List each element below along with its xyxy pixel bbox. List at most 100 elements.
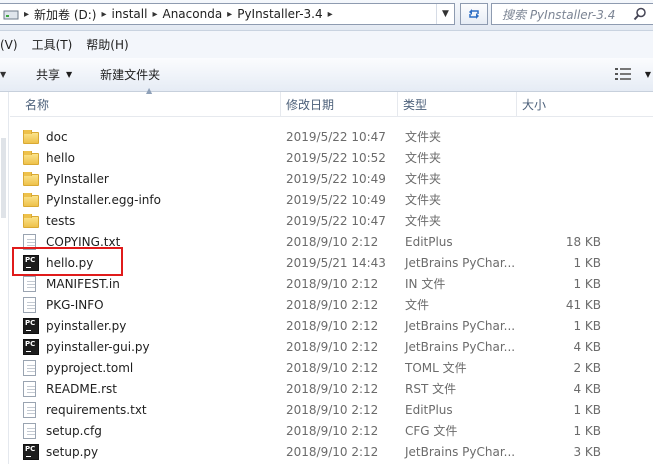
file-row[interactable]: pyinstaller-gui.py 2018/9/10 2:12 JetBrain… (10, 336, 653, 357)
file-size: 1 KB (573, 423, 601, 438)
menu-bar: (V) 工具(T) 帮助(H) (0, 31, 653, 59)
address-bar[interactable]: ▸ 新加卷 (D:) ▸ install ▸ Anaconda ▸ PyInst… (0, 3, 455, 25)
chevron-down-icon[interactable]: ▼ (645, 70, 651, 79)
file-date: 2019/5/22 10:47 (286, 213, 386, 228)
column-header-size[interactable]: 大小 (517, 92, 597, 116)
file-row[interactable]: requirements.txt 2018/9/10 2:12 EditPlus 1 … (10, 399, 653, 420)
menu-help[interactable]: 帮助(H) (86, 36, 128, 53)
file-row[interactable]: tests 2019/5/22 10:47 文件夹 (10, 210, 653, 231)
menu-view[interactable]: (V) (0, 38, 18, 52)
file-date: 2018/9/10 2:12 (286, 234, 379, 249)
file-type: IN 文件 (405, 277, 446, 291)
pycharm-file-icon (23, 443, 39, 460)
file-row[interactable]: pyinstaller.py 2018/9/10 2:12 JetBrains Py… (10, 315, 653, 336)
file-icon (23, 275, 36, 292)
file-name-cell[interactable]: requirements.txt (10, 401, 276, 418)
file-name-cell[interactable]: MANIFEST.in (10, 275, 276, 292)
file-name-cell[interactable]: PKG-INFO (10, 296, 276, 313)
file-date: 2018/9/10 2:12 (286, 402, 379, 417)
file-type: 文件 (405, 298, 430, 312)
file-date: 2018/9/10 2:12 (286, 339, 379, 354)
breadcrumb-separator-icon[interactable]: ▸ (227, 9, 232, 20)
menu-tools[interactable]: 工具(T) (32, 36, 73, 53)
folder-icon (23, 192, 39, 207)
toolbar-overflow[interactable]: ▼ (0, 58, 8, 91)
breadcrumb-separator-icon[interactable]: ▸ (102, 9, 107, 20)
file-type: JetBrains PyChar... (405, 255, 516, 270)
share-label: 共享 (36, 68, 61, 82)
file-size: 41 KB (565, 297, 601, 312)
file-name: setup.cfg (46, 423, 102, 438)
file-name-cell[interactable]: pyproject.toml (10, 359, 276, 376)
search-icon[interactable] (633, 7, 647, 21)
file-date: 2018/9/10 2:12 (286, 360, 379, 375)
breadcrumb-pyinstaller[interactable]: PyInstaller-3.4 (237, 7, 322, 21)
column-header-name[interactable]: 名称 (10, 92, 281, 116)
file-size: 18 KB (565, 234, 601, 249)
file-row[interactable]: PyInstaller 2019/5/22 10:49 文件夹 (10, 168, 653, 189)
breadcrumb-anaconda[interactable]: Anaconda (162, 7, 222, 21)
file-name: setup.py (46, 444, 99, 459)
text-file-icon (23, 401, 36, 418)
file-type: 文件夹 (405, 151, 442, 165)
file-name-cell[interactable]: tests (10, 213, 276, 228)
file-icon (23, 296, 36, 313)
breadcrumb: ▸ 新加卷 (D:) ▸ install ▸ Anaconda ▸ PyInst… (19, 6, 338, 23)
breadcrumb-install[interactable]: install (112, 7, 148, 21)
breadcrumb-separator-icon: ▸ (24, 8, 30, 20)
file-name: tests (46, 213, 76, 228)
new-folder-button[interactable]: 新建文件夹 (100, 66, 160, 83)
chevron-down-icon: ▼ (66, 70, 73, 79)
column-header-date[interactable]: 修改日期 (281, 92, 398, 116)
file-name-cell[interactable]: PyInstaller (10, 171, 276, 186)
file-row[interactable]: PyInstaller.egg-info 2019/5/22 10:49 文件夹 (10, 189, 653, 210)
folder-icon (23, 129, 39, 144)
file-row[interactable]: PKG-INFO 2018/9/10 2:12 文件 41 KB (10, 294, 653, 315)
address-history-dropdown[interactable]: ▼ (436, 4, 454, 24)
file-row[interactable]: pyproject.toml 2018/9/10 2:12 TOML 文件 2 KB (10, 357, 653, 378)
file-row[interactable]: hello 2019/5/22 10:52 文件夹 (10, 147, 653, 168)
file-size: 3 KB (573, 444, 601, 459)
nav-pane-scrollbar[interactable] (1, 138, 6, 218)
file-row[interactable]: README.rst 2018/9/10 2:12 RST 文件 4 KB (10, 378, 653, 399)
file-date: 2018/9/10 2:12 (286, 444, 379, 459)
refresh-button[interactable] (460, 3, 488, 25)
file-name-cell[interactable]: README.rst (10, 380, 276, 397)
file-row[interactable]: setup.py 2018/9/10 2:12 JetBrains PyChar..… (10, 441, 653, 462)
file-date: 2018/9/10 2:12 (286, 276, 379, 291)
column-size-label: 大小 (522, 97, 547, 112)
folder-icon (23, 171, 39, 186)
file-size: 1 KB (573, 318, 601, 333)
file-name: pyinstaller.py (46, 318, 127, 333)
breadcrumb-drive[interactable]: 新加卷 (D:) (34, 6, 96, 23)
file-size: 1 KB (573, 276, 601, 291)
file-name-cell[interactable]: pyinstaller.py (10, 317, 276, 334)
drive-icon (3, 10, 19, 19)
breadcrumb-separator-icon[interactable]: ▸ (328, 9, 333, 20)
file-name-cell[interactable]: hello (10, 150, 276, 165)
file-name-cell[interactable]: pyinstaller-gui.py (10, 338, 276, 355)
file-name: PyInstaller.egg-info (46, 192, 161, 207)
nav-pane-edge (0, 92, 9, 464)
file-date: 2019/5/21 14:43 (286, 255, 386, 270)
file-name: PKG-INFO (46, 297, 104, 312)
file-date: 2018/9/10 2:12 (286, 381, 379, 396)
search-input[interactable]: 搜索 PyInstaller-3.4 (491, 3, 653, 25)
file-name-cell[interactable]: PyInstaller.egg-info (10, 192, 276, 207)
file-type: RST 文件 (405, 382, 457, 396)
share-button[interactable]: 共享 ▼ (36, 66, 72, 83)
file-name-cell[interactable]: doc (10, 129, 276, 144)
file-row[interactable]: doc 2019/5/22 10:47 文件夹 (10, 126, 653, 147)
file-name-cell[interactable]: setup.cfg (10, 422, 276, 439)
file-row[interactable]: setup.cfg 2018/9/10 2:12 CFG 文件 1 KB (10, 420, 653, 441)
breadcrumb-separator-icon[interactable]: ▸ (152, 9, 157, 20)
file-name-cell[interactable]: setup.py (10, 443, 276, 460)
file-row[interactable]: MANIFEST.in 2018/9/10 2:12 IN 文件 1 KB (10, 273, 653, 294)
file-list: ▲ 名称 修改日期 类型 大小 doc 2019/5/22 10:47 文件夹 hel… (0, 86, 653, 464)
view-options-icon[interactable] (615, 68, 631, 80)
file-type: 文件夹 (405, 130, 442, 144)
file-name: hello (46, 150, 75, 165)
file-type: 文件夹 (405, 172, 442, 186)
column-header-type[interactable]: 类型 (398, 92, 517, 116)
file-name: pyproject.toml (46, 360, 134, 375)
